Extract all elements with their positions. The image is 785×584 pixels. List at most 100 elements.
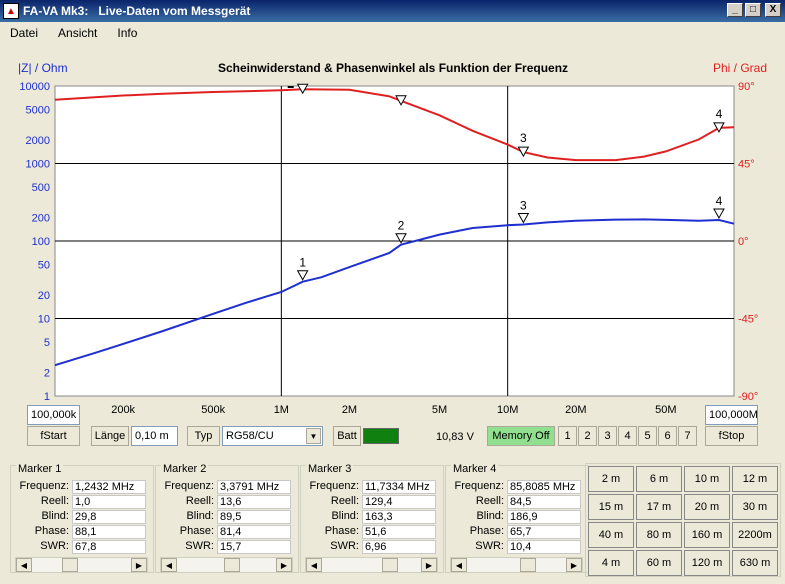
scroll-left-icon[interactable]: ◀ bbox=[161, 558, 177, 572]
fstop-input[interactable]: 100,000M bbox=[705, 405, 758, 425]
scroll-right-icon[interactable]: ▶ bbox=[566, 558, 582, 572]
memory-off-button[interactable]: Memory Off bbox=[487, 426, 555, 446]
marker-real-label: Reell: bbox=[475, 495, 504, 507]
length-button[interactable]: 160 m bbox=[684, 522, 730, 548]
marker-group-2: Marker 2 Frequenz: 3,3791 MHz Reell: 13,6 Bli… bbox=[155, 463, 299, 573]
length-button[interactable]: 120 m bbox=[684, 550, 730, 576]
left-tick-label: 200 bbox=[32, 213, 50, 225]
length-button[interactable]: 2 m bbox=[588, 466, 634, 492]
menu-datei[interactable]: Datei bbox=[10, 26, 38, 40]
menu-info[interactable]: Info bbox=[117, 26, 137, 40]
marker-phase-value: 65,7 bbox=[507, 525, 581, 539]
marker-freq-value: 1,2432 MHz bbox=[72, 480, 146, 494]
x-tick-label: 20M bbox=[565, 404, 586, 416]
battery-value: 10,83 V bbox=[436, 431, 474, 443]
marker-blind-value: 89,5 bbox=[217, 510, 291, 524]
marker-phase-label: Phase: bbox=[34, 525, 69, 537]
marker-row-swr: SWR: 67,8 bbox=[13, 540, 151, 555]
left-tick-label: 50 bbox=[38, 259, 50, 271]
fstart-button[interactable]: fStart bbox=[27, 426, 80, 446]
marker-real-value: 84,5 bbox=[507, 495, 581, 509]
marker-frequency-slider[interactable]: ◀ ▶ bbox=[160, 557, 293, 573]
chart-title: Scheinwiderstand & Phasenwinkel als Funk… bbox=[218, 61, 568, 75]
length-button[interactable]: 20 m bbox=[684, 494, 730, 520]
marker-frequency-slider[interactable]: ◀ ▶ bbox=[15, 557, 148, 573]
slider-thumb[interactable] bbox=[223, 558, 240, 572]
memory-slot-2[interactable]: 2 bbox=[578, 426, 597, 446]
marker-label-phi: 4 bbox=[716, 107, 723, 121]
battery-bar bbox=[363, 428, 399, 444]
scroll-left-icon[interactable]: ◀ bbox=[451, 558, 467, 572]
memory-slot-3[interactable]: 3 bbox=[598, 426, 617, 446]
minimize-button[interactable]: _ bbox=[727, 3, 743, 17]
slider-thumb[interactable] bbox=[61, 558, 78, 572]
left-tick-label: 100 bbox=[32, 236, 50, 248]
marker-blind-label: Blind: bbox=[41, 510, 69, 522]
memory-slot-5[interactable]: 5 bbox=[638, 426, 657, 446]
right-axis-label: Phi / Grad bbox=[713, 61, 767, 75]
memory-slot-6[interactable]: 6 bbox=[658, 426, 677, 446]
marker-frequency-slider[interactable]: ◀ ▶ bbox=[305, 557, 438, 573]
right-tick-label: 90° bbox=[738, 81, 755, 93]
close-button[interactable]: X bbox=[765, 3, 781, 17]
marker-row-real: Reell: 13,6 bbox=[158, 495, 296, 510]
menu-ansicht[interactable]: Ansicht bbox=[58, 26, 97, 40]
x-tick-label: 1M bbox=[274, 404, 289, 416]
marker-swr-value: 6,96 bbox=[362, 540, 436, 554]
left-tick-label: 5 bbox=[44, 337, 50, 349]
length-button[interactable]: 80 m bbox=[636, 522, 682, 548]
marker-real-label: Reell: bbox=[40, 495, 69, 507]
maximize-button[interactable]: □ bbox=[745, 3, 761, 17]
marker-label-z: 4 bbox=[716, 194, 723, 208]
scroll-right-icon[interactable]: ▶ bbox=[421, 558, 437, 572]
length-button[interactable]: 60 m bbox=[636, 550, 682, 576]
length-button[interactable]: 40 m bbox=[588, 522, 634, 548]
marker-label-z: 1 bbox=[299, 256, 306, 270]
slider-thumb[interactable] bbox=[381, 558, 398, 572]
impedance-phase-chart: Scheinwiderstand & Phasenwinkel als Funk… bbox=[18, 61, 767, 416]
chevron-down-icon[interactable]: ▼ bbox=[306, 428, 321, 444]
x-tick-label: 5M bbox=[432, 404, 447, 416]
length-button[interactable]: 2200m bbox=[732, 522, 778, 548]
x-tick-label: 10M bbox=[497, 404, 518, 416]
marker-swr-value: 67,8 bbox=[72, 540, 146, 554]
marker-row-swr: SWR: 15,7 bbox=[158, 540, 296, 555]
length-button[interactable]: 12 m bbox=[732, 466, 778, 492]
marker-row-real: Reell: 1,0 bbox=[13, 495, 151, 510]
typ-select[interactable]: RG58/CU ▼ bbox=[222, 426, 323, 446]
length-button[interactable]: 6 m bbox=[636, 466, 682, 492]
memory-slot-4[interactable]: 4 bbox=[618, 426, 637, 446]
laenge-input[interactable]: 0,10 m bbox=[131, 426, 178, 446]
marker-row-phase: Phase: 51,6 bbox=[303, 525, 441, 540]
marker-frequency-slider[interactable]: ◀ ▶ bbox=[450, 557, 583, 573]
length-button[interactable]: 17 m bbox=[636, 494, 682, 520]
memory-slot-7[interactable]: 7 bbox=[678, 426, 697, 446]
memory-slot-1[interactable]: 1 bbox=[558, 426, 577, 446]
marker-swr-label: SWR: bbox=[40, 540, 69, 552]
x-tick-label: 2M bbox=[342, 404, 357, 416]
marker-swr-label: SWR: bbox=[330, 540, 359, 552]
marker-phase-label: Phase: bbox=[179, 525, 214, 537]
marker-row-freq: Frequenz: 1,2432 MHz bbox=[13, 480, 151, 495]
marker-freq-label: Frequenz: bbox=[19, 480, 69, 492]
marker-row-swr: SWR: 10,4 bbox=[448, 540, 586, 555]
marker-freq-label: Frequenz: bbox=[454, 480, 504, 492]
length-button[interactable]: 10 m bbox=[684, 466, 730, 492]
scroll-right-icon[interactable]: ▶ bbox=[131, 558, 147, 572]
scroll-left-icon[interactable]: ◀ bbox=[16, 558, 32, 572]
marker-real-label: Reell: bbox=[330, 495, 359, 507]
marker-phase-value: 88,1 bbox=[72, 525, 146, 539]
length-button[interactable]: 30 m bbox=[732, 494, 778, 520]
fstop-button[interactable]: fStop bbox=[705, 426, 758, 446]
window-subtitle: Live-Daten vom Messgerät bbox=[98, 4, 251, 18]
slider-thumb[interactable] bbox=[519, 558, 536, 572]
fstart-input[interactable]: 100,000k bbox=[27, 405, 80, 425]
length-button[interactable]: 15 m bbox=[588, 494, 634, 520]
left-tick-label: 1 bbox=[44, 391, 50, 403]
marker-row-phase: Phase: 88,1 bbox=[13, 525, 151, 540]
scroll-left-icon[interactable]: ◀ bbox=[306, 558, 322, 572]
left-tick-label: 2 bbox=[44, 368, 50, 380]
scroll-right-icon[interactable]: ▶ bbox=[276, 558, 292, 572]
length-button[interactable]: 630 m bbox=[732, 550, 778, 576]
length-button[interactable]: 4 m bbox=[588, 550, 634, 576]
